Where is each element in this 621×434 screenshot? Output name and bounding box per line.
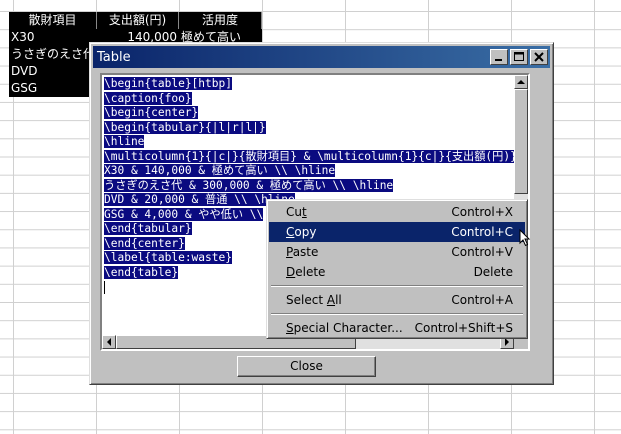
menu-item-delete[interactable]: Delete Delete [269, 262, 525, 282]
shortcut-label: Delete [473, 265, 513, 279]
scroll-left-button[interactable] [102, 335, 116, 349]
shortcut-label: Control+V [451, 245, 513, 259]
minimize-button[interactable] [490, 49, 508, 65]
maximize-icon [514, 52, 524, 61]
menu-separator [269, 282, 525, 290]
spreadsheet-header-row: 散財項目 支出額(円) 活用度 [9, 12, 262, 29]
menu-item-copy[interactable]: Copy Control+C [269, 222, 525, 242]
code-line: \begin{table}[htbp] [104, 77, 232, 90]
spreadsheet-row: GSG [9, 80, 97, 97]
maximize-button[interactable] [510, 49, 528, 65]
code-line: \multicolumn{1}{|c|}{散財項目} & \multicolum… [104, 149, 517, 163]
code-line: \begin{center} [104, 106, 199, 119]
header-cell[interactable]: 支出額(円) [97, 12, 179, 29]
cell[interactable]: GSG [9, 80, 97, 97]
code-line: X30 & 140,000 & 極めて高い \\ \hline [104, 164, 336, 177]
code-line: \hline [104, 135, 145, 148]
shortcut-label: Control+A [451, 293, 513, 307]
close-icon [534, 52, 544, 62]
menu-item-special-character[interactable]: Special Character... Control+Shift+S [269, 318, 525, 338]
shortcut-label: Control+Shift+S [414, 321, 513, 335]
spreadsheet-row: DVD [9, 63, 97, 80]
scroll-up-button[interactable] [514, 75, 528, 89]
minimize-icon [495, 59, 502, 61]
context-menu: Cut Control+X Copy Control+C Paste Contr… [266, 199, 528, 339]
code-line: \begin{tabular}{|l|r|l|} [104, 120, 266, 134]
close-button[interactable]: Close [237, 356, 376, 377]
header-cell[interactable]: 活用度 [179, 12, 262, 29]
text-caret [104, 280, 105, 294]
dialog-titlebar[interactable]: Table [93, 46, 550, 68]
shortcut-label: Control+C [451, 225, 513, 239]
cell[interactable]: うさぎのえさ代 [9, 46, 97, 63]
vertical-scroll-thumb[interactable] [514, 89, 528, 194]
menu-separator [269, 310, 525, 318]
code-line: うさぎのえさ代 & 300,000 & 極めて高い \\ \hline [104, 178, 394, 192]
menu-item-paste[interactable]: Paste Control+V [269, 242, 525, 262]
shortcut-label: Control+X [451, 205, 513, 219]
mouse-pointer-icon [519, 229, 531, 247]
arrow-left-icon [107, 338, 111, 346]
cell[interactable]: DVD [9, 63, 97, 80]
code-line: \caption{foo} [104, 91, 192, 105]
close-window-button[interactable] [530, 49, 548, 65]
menu-item-cut[interactable]: Cut Control+X [269, 202, 525, 222]
header-cell[interactable]: 散財項目 [9, 12, 97, 29]
arrow-right-icon [505, 338, 509, 346]
arrow-up-icon [517, 80, 525, 84]
dialog-title: Table [97, 49, 131, 65]
cell[interactable]: X30 [9, 29, 97, 46]
spreadsheet-row: うさぎのえさ代 [9, 46, 97, 63]
menu-item-select-all[interactable]: Select All Control+A [269, 290, 525, 310]
